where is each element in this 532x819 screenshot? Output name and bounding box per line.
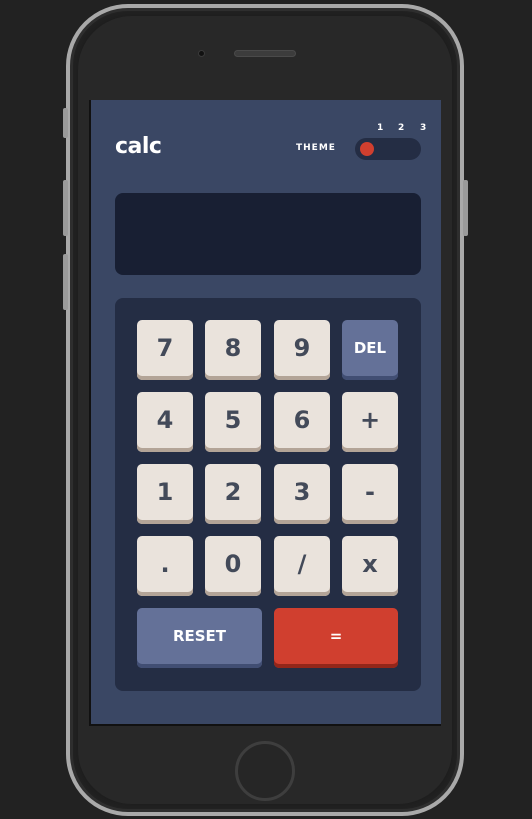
- key-8[interactable]: 8: [205, 320, 261, 380]
- front-camera: [198, 50, 205, 57]
- volume-up-button: [63, 180, 68, 236]
- theme-numbers: 1 2 3: [360, 123, 426, 135]
- theme-label: THEME: [296, 143, 336, 153]
- key-minus[interactable]: -: [342, 464, 398, 524]
- silent-switch: [63, 108, 68, 138]
- app-header: calc THEME 1 2 3: [115, 123, 426, 170]
- key-5[interactable]: 5: [205, 392, 261, 452]
- key-7[interactable]: 7: [137, 320, 193, 380]
- theme-toggle-knob[interactable]: [360, 142, 374, 156]
- theme-number-3: 3: [420, 123, 427, 133]
- key-divide[interactable]: /: [274, 536, 330, 596]
- key-0[interactable]: 0: [205, 536, 261, 596]
- power-button: [463, 180, 468, 236]
- keypad: 7 8 9 DEL 4 5 6 + 1 2 3 - . 0 / x RESET …: [115, 298, 421, 691]
- volume-down-button: [63, 254, 68, 310]
- home-button[interactable]: [235, 741, 295, 801]
- key-plus[interactable]: +: [342, 392, 398, 452]
- calculator-display: [115, 193, 421, 275]
- equals-button[interactable]: =: [274, 608, 398, 668]
- key-9[interactable]: 9: [274, 320, 330, 380]
- earpiece-speaker: [234, 50, 296, 57]
- key-2[interactable]: 2: [205, 464, 261, 524]
- key-decimal[interactable]: .: [137, 536, 193, 596]
- theme-number-1: 1: [377, 123, 384, 133]
- theme-toggle[interactable]: [355, 138, 421, 160]
- delete-button[interactable]: DEL: [342, 320, 398, 380]
- theme-number-2: 2: [398, 123, 405, 133]
- app-logo: calc: [115, 134, 162, 159]
- key-3[interactable]: 3: [274, 464, 330, 524]
- key-6[interactable]: 6: [274, 392, 330, 452]
- key-1[interactable]: 1: [137, 464, 193, 524]
- key-4[interactable]: 4: [137, 392, 193, 452]
- calculator-app: calc THEME 1 2 3 7 8 9 DEL 4 5 6 + 1 2 3…: [89, 100, 441, 726]
- reset-button[interactable]: RESET: [137, 608, 262, 668]
- key-multiply[interactable]: x: [342, 536, 398, 596]
